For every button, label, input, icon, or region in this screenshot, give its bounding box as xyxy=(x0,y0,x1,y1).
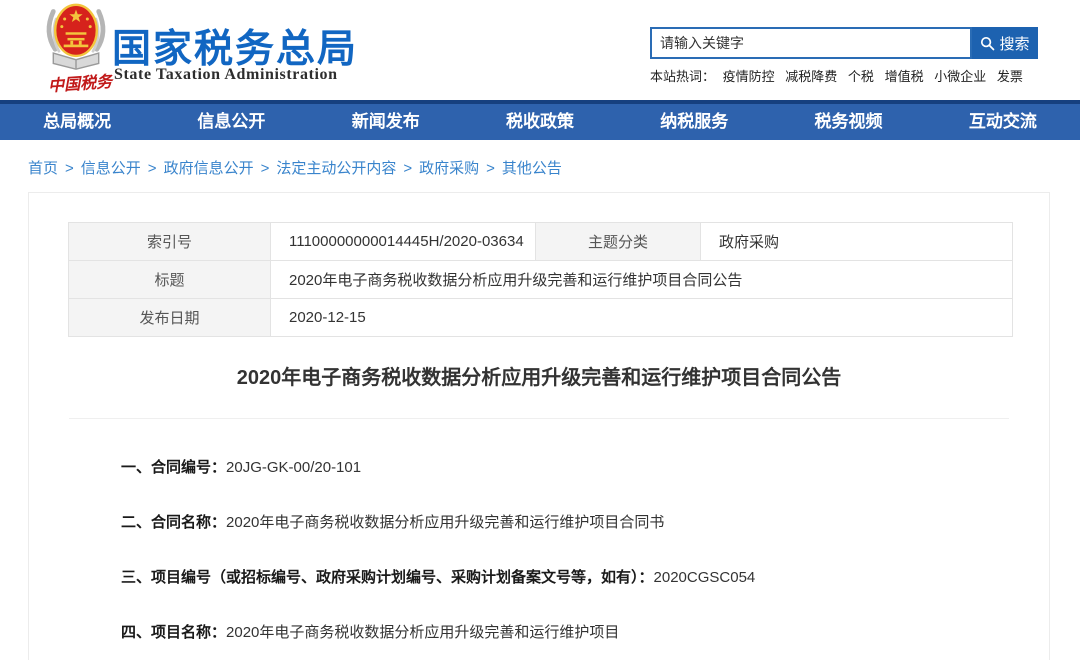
nav-item-service[interactable]: 纳税服务 xyxy=(617,104,771,140)
meta-label-index: 索引号 xyxy=(69,223,271,261)
contract-number-label: 一、合同编号： xyxy=(121,459,226,476)
project-name-value: 2020年电子商务税收数据分析应用升级完善和运行维护项目 xyxy=(226,624,619,641)
hot-word-link[interactable]: 增值税 xyxy=(885,69,924,84)
contract-number-line: 一、合同编号：20JG-GK-00/20-101 xyxy=(121,457,999,479)
project-number-line: 三、项目编号（或招标编号、政府采购计划编号、采购计划备案文号等，如有）：2020… xyxy=(121,567,999,589)
breadcrumb-separator: > xyxy=(486,160,495,177)
breadcrumb-home[interactable]: 首页 xyxy=(28,160,58,177)
meta-value-publish-date: 2020-12-15 xyxy=(271,299,1013,337)
table-row: 发布日期 2020-12-15 xyxy=(69,299,1013,337)
breadcrumb-separator: > xyxy=(148,160,157,177)
contract-number-value: 20JG-GK-00/20-101 xyxy=(226,459,361,476)
hot-word-link[interactable]: 小微企业 xyxy=(934,69,986,84)
site-header: 中国税务 国家税务总局 State Taxation Administratio… xyxy=(0,0,1080,100)
nav-item-video[interactable]: 税务视频 xyxy=(771,104,925,140)
breadcrumb-separator: > xyxy=(65,160,74,177)
main-nav: 总局概况 信息公开 新闻发布 税收政策 纳税服务 税务视频 互动交流 xyxy=(0,100,1080,140)
document-meta-table: 索引号 11100000000014445H/2020-03634 主题分类 政… xyxy=(68,222,1013,337)
breadcrumb-statutory[interactable]: 法定主动公开内容 xyxy=(276,160,396,177)
contract-name-label: 二、合同名称： xyxy=(121,514,226,531)
table-row: 标题 2020年电子商务税收数据分析应用升级完善和运行维护项目合同公告 xyxy=(69,261,1013,299)
breadcrumb-info[interactable]: 信息公开 xyxy=(81,160,141,177)
search-button-label: 搜索 xyxy=(999,33,1029,54)
hot-word-link[interactable]: 减税降费 xyxy=(785,69,837,84)
meta-value-index: 11100000000014445H/2020-03634 xyxy=(271,223,536,261)
hot-words-bar: 本站热词： 疫情防控 减税降费 个税 增值税 小微企业 发票 xyxy=(650,66,1030,85)
national-emblem-icon xyxy=(40,2,112,72)
hot-word-link[interactable]: 发票 xyxy=(997,69,1023,84)
breadcrumb-gov-info[interactable]: 政府信息公开 xyxy=(164,160,254,177)
nav-item-news[interactable]: 新闻发布 xyxy=(309,104,463,140)
hot-words-label: 本站热词： xyxy=(650,69,715,84)
search-input[interactable] xyxy=(650,27,972,59)
search-icon xyxy=(980,36,995,51)
site-title-en: State Taxation Administration xyxy=(114,66,338,84)
nav-item-policy[interactable]: 税收政策 xyxy=(463,104,617,140)
nav-item-overview[interactable]: 总局概况 xyxy=(0,104,154,140)
search-button[interactable]: 搜索 xyxy=(972,27,1038,59)
hot-word-link[interactable]: 个税 xyxy=(848,69,874,84)
meta-value-category: 政府采购 xyxy=(701,223,1013,261)
title-divider xyxy=(69,418,1009,419)
article-card: 索引号 11100000000014445H/2020-03634 主题分类 政… xyxy=(28,192,1050,660)
meta-label-publish-date: 发布日期 xyxy=(69,299,271,337)
page: 中国税务 国家税务总局 State Taxation Administratio… xyxy=(0,0,1080,660)
project-name-label: 四、项目名称： xyxy=(121,624,226,641)
meta-label-title: 标题 xyxy=(69,261,271,299)
table-row: 索引号 11100000000014445H/2020-03634 主题分类 政… xyxy=(69,223,1013,261)
article-body: 一、合同编号：20JG-GK-00/20-101 二、合同名称：2020年电子商… xyxy=(121,457,999,660)
project-number-label: 三、项目编号（或招标编号、政府采购计划编号、采购计划备案文号等，如有）： xyxy=(121,569,654,586)
breadcrumb: 首页 > 信息公开 > 政府信息公开 > 法定主动公开内容 > 政府采购 > 其他公告 xyxy=(28,157,562,178)
contract-name-line: 二、合同名称：2020年电子商务税收数据分析应用升级完善和运行维护项目合同书 xyxy=(121,512,999,534)
breadcrumb-separator: > xyxy=(261,160,270,177)
nav-item-interaction[interactable]: 互动交流 xyxy=(926,104,1080,140)
project-number-value: 2020CGSC054 xyxy=(654,569,756,586)
breadcrumb-separator: > xyxy=(403,160,412,177)
hot-word-link[interactable]: 疫情防控 xyxy=(723,69,775,84)
contract-name-value: 2020年电子商务税收数据分析应用升级完善和运行维护项目合同书 xyxy=(226,514,664,531)
breadcrumb-other-notices[interactable]: 其他公告 xyxy=(502,160,562,177)
article-title: 2020年电子商务税收数据分析应用升级完善和运行维护项目合同公告 xyxy=(29,361,1049,390)
site-logo[interactable]: 中国税务 xyxy=(36,0,122,98)
nav-item-info[interactable]: 信息公开 xyxy=(154,104,308,140)
meta-value-title: 2020年电子商务税收数据分析应用升级完善和运行维护项目合同公告 xyxy=(271,261,1013,299)
breadcrumb-procurement[interactable]: 政府采购 xyxy=(419,160,479,177)
project-name-line: 四、项目名称：2020年电子商务税收数据分析应用升级完善和运行维护项目 xyxy=(121,622,999,644)
meta-label-category: 主题分类 xyxy=(536,223,701,261)
